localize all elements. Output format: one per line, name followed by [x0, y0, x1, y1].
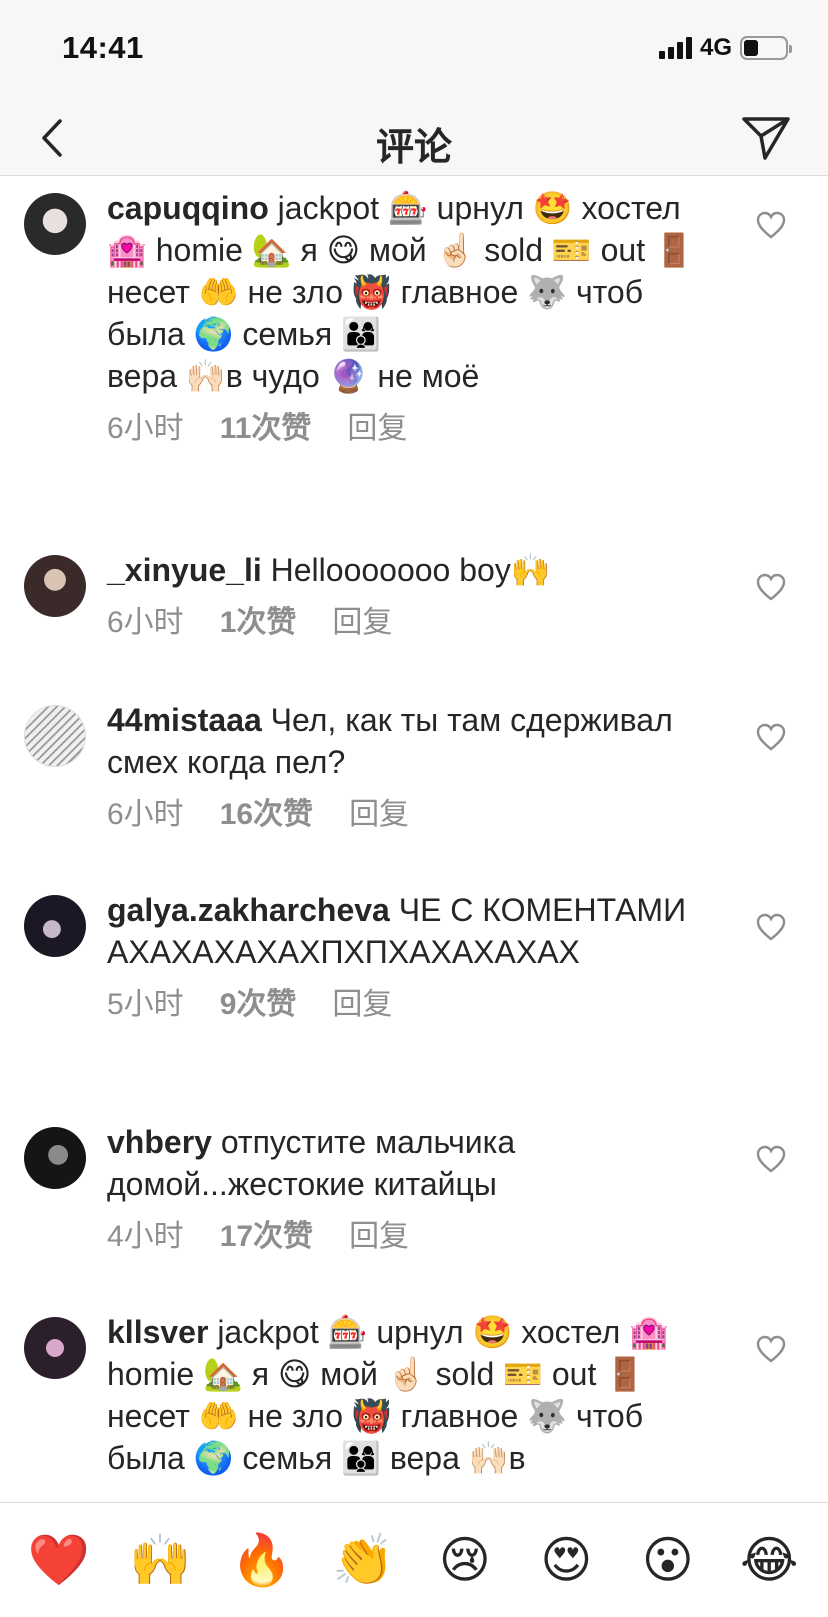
comment-likes[interactable]: 16次赞: [220, 797, 313, 833]
comment-body: capuqqino jackpot 🎰 uрнул 🤩 хостел 🏩 hom…: [107, 187, 707, 447]
avatar[interactable]: [24, 705, 86, 767]
reply-button[interactable]: 回复: [347, 411, 407, 447]
emoji-surprised-button[interactable]: 😮: [628, 1530, 708, 1590]
comment-username[interactable]: vhbery: [107, 1124, 212, 1160]
comment-body: vhbery отпустите мальчика домой...жесток…: [107, 1121, 707, 1255]
heart-icon[interactable]: [756, 723, 786, 751]
emoji-crying-button[interactable]: 😢: [425, 1530, 505, 1590]
heart-icon[interactable]: [756, 1335, 786, 1363]
heart-icon[interactable]: [756, 913, 786, 941]
comment-meta: 4小时 17次赞 回复: [107, 1219, 707, 1255]
comment-likes[interactable]: 17次赞: [220, 1219, 313, 1255]
reply-button[interactable]: 回复: [349, 797, 409, 833]
comment-body: _xinyue_li Hellooooooo boy🙌 6小时 1次赞 回复: [107, 549, 707, 641]
comment-username[interactable]: 44mistaaa: [107, 702, 262, 738]
comment-time: 4小时: [107, 1220, 184, 1253]
emoji-heart-button[interactable]: ❤️: [19, 1530, 99, 1590]
emoji-heart-eyes-button[interactable]: 😍: [526, 1530, 606, 1590]
avatar[interactable]: [24, 1317, 86, 1379]
comment-text: вера 🙌🏻в чудо 🔮 не моё: [107, 358, 480, 394]
avatar[interactable]: [24, 555, 86, 617]
comment-meta: 6小时 11次赞 回复: [107, 411, 707, 447]
comment-body: kllsver jackpot 🎰 uрнул 🤩 хостел 🏩 homie…: [107, 1311, 707, 1479]
quick-reaction-bar: ❤️ 🙌 🔥 👏 😢 😍 😮 😂: [0, 1502, 828, 1617]
signal-icon: [658, 37, 692, 59]
reply-button[interactable]: 回复: [349, 1219, 409, 1255]
comment-meta: 5小时 9次赞 回复: [107, 987, 707, 1023]
comment-username[interactable]: galya.zakharcheva: [107, 892, 390, 928]
heart-icon[interactable]: [756, 1145, 786, 1173]
comment-text: Hellooooooo boy🙌: [261, 552, 551, 588]
share-button[interactable]: [736, 110, 796, 166]
comment-meta: 6小时 1次赞 回复: [107, 605, 707, 641]
page-title: 评论: [375, 127, 452, 169]
avatar[interactable]: [24, 193, 86, 255]
comment-time: 6小时: [107, 412, 184, 445]
comment-username[interactable]: _xinyue_li: [107, 552, 262, 588]
heart-icon[interactable]: [756, 211, 786, 239]
heart-icon[interactable]: [756, 573, 786, 601]
comment-body: galya.zakharcheva ЧЕ С КОМЕНТАМИ АХАХАХА…: [107, 889, 707, 1023]
emoji-laughing-button[interactable]: 😂: [729, 1530, 809, 1590]
paper-plane-icon: [742, 117, 790, 160]
comment-username[interactable]: capuqqino: [107, 190, 269, 226]
network-type: 4G: [699, 34, 732, 61]
status-indicators: 4G: [658, 34, 792, 62]
comment-likes[interactable]: 1次赞: [220, 605, 297, 641]
battery-level: [744, 40, 758, 56]
reply-button[interactable]: 回复: [332, 605, 392, 641]
emoji-clapping-button[interactable]: 👏: [323, 1530, 403, 1590]
battery-icon: [740, 36, 792, 60]
status-bar: 14:41 4G: [0, 0, 828, 100]
emoji-fire-button[interactable]: 🔥: [222, 1530, 302, 1590]
reply-button[interactable]: 回复: [332, 987, 392, 1023]
comment-time: 6小时: [107, 798, 184, 831]
comment-likes[interactable]: 9次赞: [220, 987, 297, 1023]
comment-meta: 6小时 16次赞 回复: [107, 797, 707, 833]
nav-bar: 评论: [0, 100, 828, 176]
status-time: 14:41: [62, 30, 144, 65]
avatar[interactable]: [24, 1127, 86, 1189]
avatar[interactable]: [24, 895, 86, 957]
comment-body: 44mistaaa Чел, как ты там сдерживал смех…: [107, 699, 707, 833]
comment-time: 6小时: [107, 606, 184, 639]
emoji-raised-hands-button[interactable]: 🙌: [120, 1530, 200, 1590]
comment-list[interactable]: capuqqino jackpot 🎰 uрнул 🤩 хостел 🏩 hom…: [0, 177, 828, 1502]
comment-time: 5小时: [107, 988, 184, 1021]
comment-likes[interactable]: 11次赞: [220, 411, 312, 447]
comment-username[interactable]: kllsver: [107, 1314, 208, 1350]
